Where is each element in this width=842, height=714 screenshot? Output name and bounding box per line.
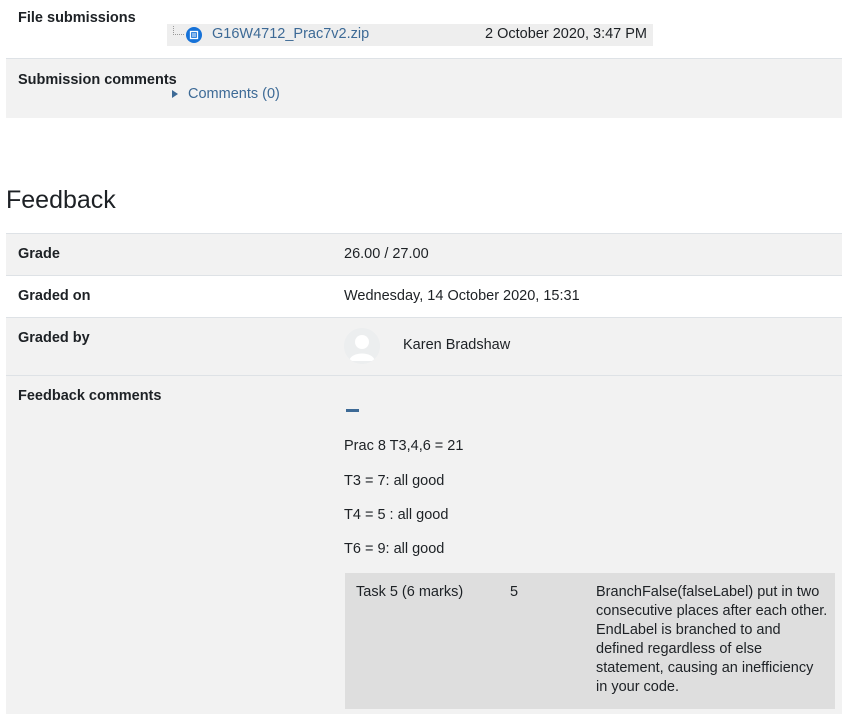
file-submissions-row: File submissions G16W4712_Prac7v2.zip 2 …	[6, 0, 842, 58]
feedback-comment-line: T3 = 7: all good	[344, 473, 445, 489]
graded-by-row: Graded by Karen Bradshaw	[6, 317, 842, 375]
feedback-heading: Feedback	[6, 186, 116, 214]
submission-comments-row: Submission comments Comments (0)	[6, 58, 842, 118]
graded-on-label: Graded on	[18, 288, 91, 304]
feedback-comments-label: Feedback comments	[18, 388, 162, 404]
avatar-icon	[344, 328, 380, 364]
grader-name: Karen Bradshaw	[403, 337, 511, 353]
grade-label: Grade	[18, 246, 60, 262]
grade-value: 26.00 / 27.00	[344, 246, 429, 262]
file-submissions-label: File submissions	[18, 10, 136, 26]
graded-on-row: Graded on Wednesday, 14 October 2020, 15…	[6, 275, 842, 317]
grade-row: Grade 26.00 / 27.00	[6, 233, 842, 275]
caret-right-icon	[172, 90, 178, 98]
file-icon	[186, 27, 202, 43]
feedback-comment-line: Prac 8 T3,4,6 = 21	[344, 438, 464, 454]
submission-comments-label: Submission comments	[18, 72, 177, 88]
feedback-comment-line: T6 = 9: all good	[344, 541, 445, 557]
file-download-link[interactable]: G16W4712_Prac7v2.zip	[212, 26, 369, 42]
comments-toggle[interactable]: Comments (0)	[172, 86, 280, 102]
task-comment-cell: BranchFalse(falseLabel) put in two conse…	[596, 584, 828, 695]
task-name-cell: Task 5 (6 marks)	[356, 584, 464, 600]
task-mark-cell: 5	[510, 584, 519, 600]
graded-by-label: Graded by	[18, 330, 90, 346]
collapse-icon[interactable]	[346, 409, 359, 412]
tree-connector	[173, 26, 184, 35]
graded-on-value: Wednesday, 14 October 2020, 15:31	[344, 288, 580, 304]
feedback-comment-line: T4 = 5 : all good	[344, 507, 449, 523]
file-entry: G16W4712_Prac7v2.zip 2 October 2020, 3:4…	[167, 24, 653, 46]
task-feedback-table: Task 5 (6 marks) 5 BranchFalse(falseLabe…	[345, 573, 835, 709]
file-date: 2 October 2020, 3:47 PM	[485, 26, 648, 42]
comments-link[interactable]: Comments (0)	[188, 86, 280, 102]
feedback-comments-row: Feedback comments Prac 8 T3,4,6 = 21 T3 …	[6, 375, 842, 714]
